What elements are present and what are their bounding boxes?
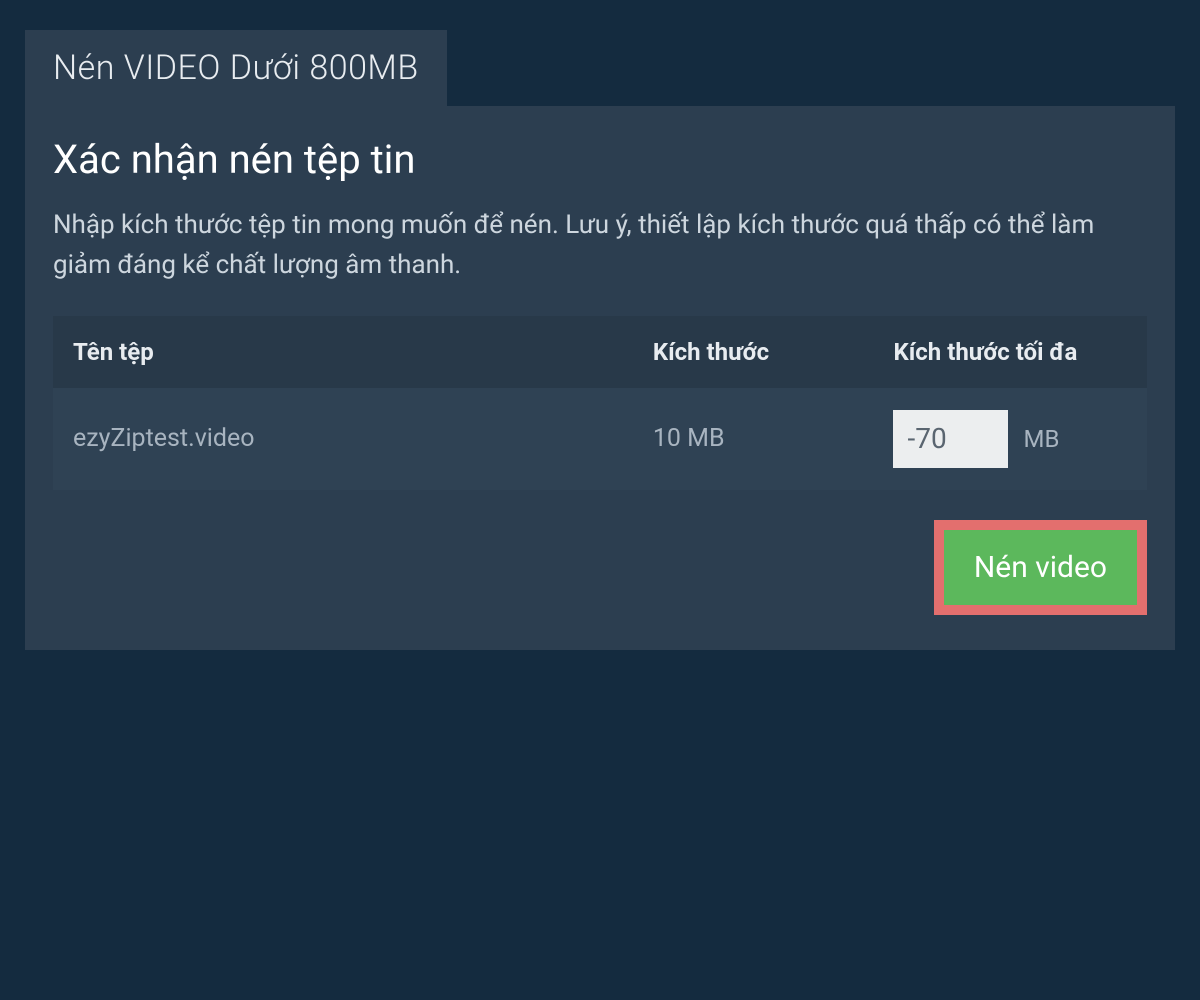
files-table: Tên tệp Kích thước Kích thước tối đa ezy… <box>53 316 1147 490</box>
actions-row: Nén video <box>53 520 1147 615</box>
table-header-row: Tên tệp Kích thước Kích thước tối đa <box>53 316 1147 388</box>
tab-label: Nén VIDEO Dưới 800MB <box>53 48 419 88</box>
panel-description: Nhập kích thước tệp tin mong muốn để nén… <box>53 205 1147 286</box>
compress-button[interactable]: Nén video <box>934 520 1147 615</box>
maxsize-wrapper: MB <box>893 410 1127 468</box>
column-header-filename: Tên tệp <box>53 316 633 388</box>
compress-button-label: Nén video <box>974 550 1107 585</box>
tab-compress-video[interactable]: Nén VIDEO Dưới 800MB <box>25 30 447 106</box>
compression-panel: Xác nhận nén tệp tin Nhập kích thước tệp… <box>25 106 1175 650</box>
cell-maxsize: MB <box>873 388 1147 490</box>
maxsize-unit: MB <box>1023 425 1059 453</box>
maxsize-input[interactable] <box>893 410 1008 468</box>
cell-size: 10 MB <box>633 388 874 490</box>
cell-filename: ezyZiptest.video <box>53 388 633 490</box>
app-container: Nén VIDEO Dưới 800MB Xác nhận nén tệp ti… <box>25 30 1175 650</box>
panel-heading: Xác nhận nén tệp tin <box>53 136 1147 183</box>
column-header-size: Kích thước <box>633 316 874 388</box>
table-row: ezyZiptest.video 10 MB MB <box>53 388 1147 490</box>
column-header-maxsize: Kích thước tối đa <box>873 316 1147 388</box>
